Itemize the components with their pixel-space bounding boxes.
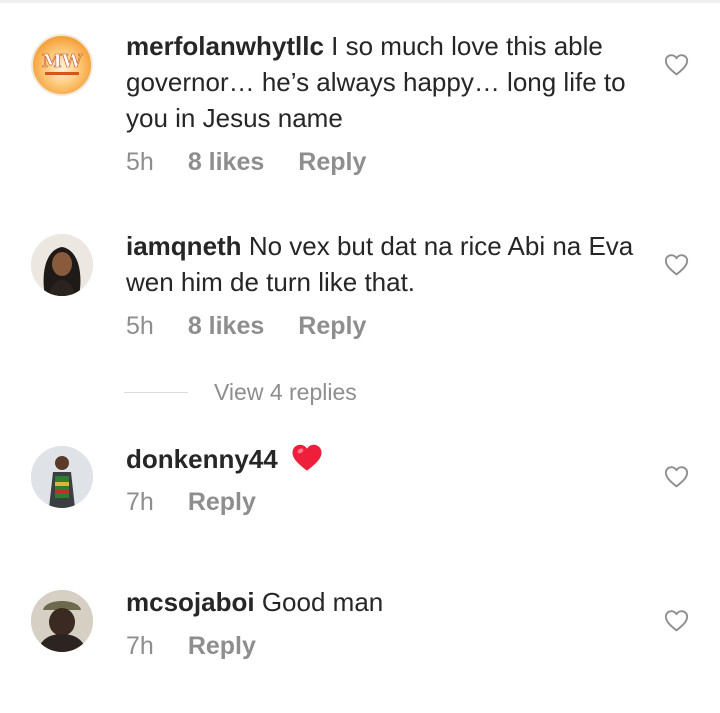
comment-text-block: donkenny44 (126, 441, 641, 481)
comment-body: Good man (261, 587, 384, 617)
avatar[interactable]: MW (31, 34, 93, 96)
comment-username[interactable]: mcsojaboi (126, 587, 255, 617)
comment-username[interactable]: iamqneth (126, 231, 242, 261)
comment-text-block: mcsojaboi Good man (126, 584, 641, 620)
reply-button[interactable]: Reply (298, 148, 366, 177)
avatar-photo (31, 446, 93, 508)
view-replies-button[interactable]: View 4 replies (124, 376, 357, 408)
like-heart-icon[interactable] (664, 53, 689, 76)
comment-text-block: iamqneth No vex but dat na rice Abi na E… (126, 228, 641, 300)
avatar[interactable] (31, 446, 93, 508)
avatar-photo (31, 234, 93, 296)
avatar[interactable] (31, 234, 93, 296)
comment-meta: 7h Reply (126, 487, 290, 517)
reply-button[interactable]: Reply (188, 632, 256, 661)
red-heart-emoji-icon (291, 443, 323, 481)
avatar-photo (31, 590, 93, 652)
like-heart-icon[interactable] (664, 253, 689, 276)
comment-time[interactable]: 7h (126, 488, 154, 517)
comment-username[interactable]: donkenny44 (126, 444, 278, 474)
reply-button[interactable]: Reply (188, 488, 256, 517)
comment-meta: 7h Reply (126, 631, 290, 661)
comment-time[interactable]: 7h (126, 632, 154, 661)
view-replies-label[interactable]: View 4 replies (214, 379, 357, 406)
comment-meta: 5h 8 likes Reply (126, 147, 400, 177)
comment-username[interactable]: merfolanwhytllc (126, 31, 324, 61)
comment-meta: 5h 8 likes Reply (126, 311, 400, 341)
comment-likes[interactable]: 8 likes (188, 148, 264, 177)
top-divider (0, 0, 720, 3)
comment-time[interactable]: 5h (126, 148, 154, 177)
comment-text-block: merfolanwhytllc I so much love this able… (126, 28, 641, 136)
like-heart-icon[interactable] (664, 465, 689, 488)
like-heart-icon[interactable] (664, 609, 689, 632)
avatar[interactable] (31, 590, 93, 652)
avatar-logo: MW (42, 51, 83, 75)
reply-button[interactable]: Reply (298, 312, 366, 341)
comment-time[interactable]: 5h (126, 312, 154, 341)
replies-divider (124, 391, 188, 393)
svg-text:MW: MW (42, 51, 83, 72)
comment-likes[interactable]: 8 likes (188, 312, 264, 341)
